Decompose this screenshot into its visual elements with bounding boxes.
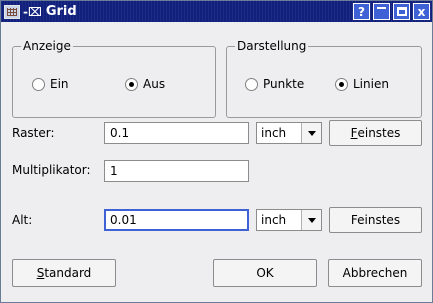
radio-label: Ein [50,77,69,91]
button-label: Abbrechen [342,266,408,280]
chevron-down-icon[interactable] [301,123,321,143]
raster-label: Raster: [12,126,55,140]
alt-feinstes-button[interactable]: Feinstes [329,207,422,233]
window-title: Grid [45,4,77,19]
darstellung-group: Darstellung Punkte Linien [226,39,422,118]
radio-indicator[interactable] [335,77,348,91]
anzeige-legend: Anzeige [21,39,73,53]
button-label: tandard [44,266,92,280]
abbrechen-button[interactable]: Abbrechen [328,259,422,287]
radio-label: Punkte [263,77,305,91]
grid-app-icon[interactable] [4,4,20,19]
radio-indicator[interactable] [32,77,45,91]
radio-darstellung-linien[interactable]: Linien [335,77,389,91]
ok-button[interactable]: OK [213,259,317,287]
mnemonic-letter: F [350,126,358,140]
maximize-icon [396,7,407,16]
multiplikator-input[interactable]: 1 [104,160,249,182]
raster-input[interactable]: 0.1 [104,122,249,144]
alt-input[interactable]: 0.01 [104,209,249,231]
radio-anzeige-aus[interactable]: Aus [125,77,165,91]
radio-anzeige-ein[interactable]: Ein [32,77,69,91]
anzeige-group: Anzeige Ein Aus [12,39,216,118]
alt-unit-value: inch [261,213,287,227]
pin-icon[interactable]: -⌧ [23,5,42,19]
minimize-button[interactable] [373,3,390,20]
close-button[interactable]: x [413,3,430,20]
chevron-down-icon[interactable] [301,210,321,230]
title-bar[interactable]: -⌧ Grid ? x [1,1,432,22]
help-icon: ? [358,4,365,19]
maximize-button[interactable] [393,3,410,20]
multiplikator-label: Multiplikator: [12,163,91,177]
close-icon: x [417,4,426,19]
standard-button[interactable]: Standard [12,259,116,287]
alt-unit-select[interactable]: inch [256,209,322,231]
radio-darstellung-punkte[interactable]: Punkte [245,77,304,91]
mnemonic-letter: S [36,266,45,280]
raster-feinstes-button[interactable]: Feinstes [329,120,422,146]
alt-label: Alt: [12,213,33,227]
grid-dialog: -⌧ Grid ? x Anzeige Ein Aus Darstellung … [0,0,433,303]
radio-indicator[interactable] [125,77,138,91]
minimize-icon [377,7,386,16]
raster-unit-value: inch [261,126,287,140]
darstellung-legend: Darstellung [235,39,309,53]
radio-indicator[interactable] [245,77,258,91]
radio-label: Aus [143,77,166,91]
button-label: Feinstes [350,213,401,227]
help-button[interactable]: ? [353,3,370,20]
button-label: einstes [357,126,401,140]
button-label: OK [256,266,274,280]
radio-label: Linien [353,77,389,91]
raster-unit-select[interactable]: inch [256,122,322,144]
